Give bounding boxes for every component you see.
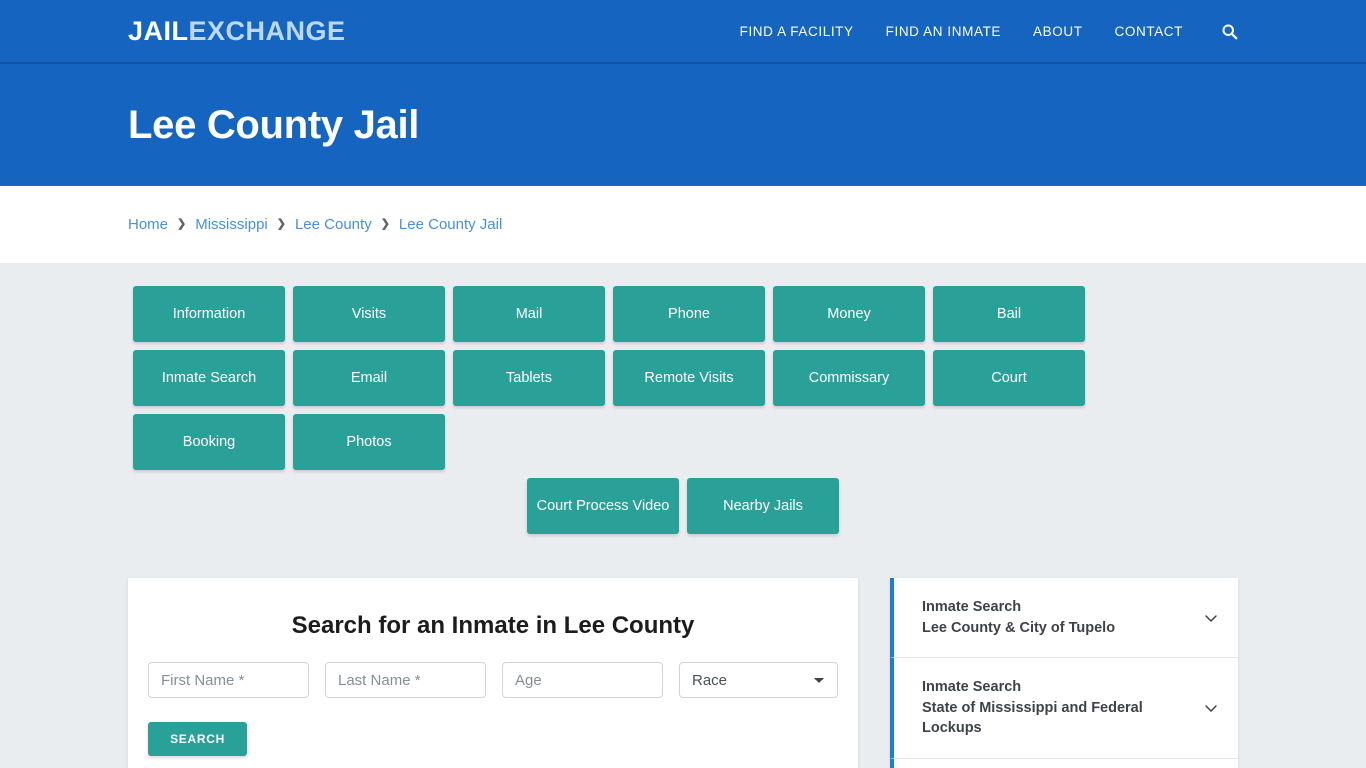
- section-button-court-process-video[interactable]: Court Process Video: [527, 478, 679, 534]
- section-button-phone[interactable]: Phone: [613, 286, 765, 342]
- breadcrumb-band: Home ❯ Mississippi ❯ Lee County ❯ Lee Co…: [0, 186, 1366, 263]
- accordion-item-line1: Inmate Search: [922, 679, 1022, 696]
- section-button-email[interactable]: Email: [293, 350, 445, 406]
- section-button-booking[interactable]: Booking: [133, 414, 285, 470]
- accordion-item-line2: State of Mississippi and Federal Lockups: [922, 699, 1143, 737]
- search-icon[interactable]: [1199, 23, 1238, 40]
- breadcrumb-item-lee-county-jail[interactable]: Lee County Jail: [399, 216, 502, 233]
- section-button-inmate-search[interactable]: Inmate Search: [133, 350, 285, 406]
- section-button-bail[interactable]: Bail: [933, 286, 1085, 342]
- page-title-band: Lee County Jail: [0, 64, 1366, 186]
- logo-text-exchange: EXCHANGE: [188, 15, 346, 46]
- accordion-item-text: Inmate Search State of Mississippi and F…: [922, 677, 1192, 739]
- accordion-item-inmate-search-state[interactable]: Inmate Search State of Mississippi and F…: [890, 658, 1238, 759]
- site-header: JAILEXCHANGE FIND A FACILITY FIND AN INM…: [0, 0, 1366, 64]
- page-title: Lee County Jail: [128, 103, 420, 147]
- sidebar-accordion: Inmate Search Lee County & City of Tupel…: [890, 578, 1238, 768]
- inmate-search-heading: Search for an Inmate in Lee County: [291, 612, 695, 639]
- section-button-tablets[interactable]: Tablets: [453, 350, 605, 406]
- age-input[interactable]: [502, 662, 663, 698]
- breadcrumb-separator-icon: ❯: [177, 218, 187, 230]
- nav-item-about[interactable]: ABOUT: [1017, 24, 1099, 39]
- chevron-down-icon[interactable]: [1202, 699, 1220, 717]
- section-button-visits[interactable]: Visits: [293, 286, 445, 342]
- facility-section-buttons: Information Visits Mail Phone Money Bail…: [133, 286, 1233, 470]
- section-button-mail[interactable]: Mail: [453, 286, 605, 342]
- breadcrumb-separator-icon: ❯: [380, 218, 390, 230]
- main-content: Information Visits Mail Phone Money Bail…: [0, 263, 1366, 768]
- race-select[interactable]: Race: [679, 662, 838, 698]
- search-button[interactable]: SEARCH: [148, 722, 247, 756]
- accordion-item-line2: Lee County & City of Tupelo: [922, 619, 1116, 636]
- first-name-input[interactable]: [148, 662, 309, 698]
- accordion-item-line1: Inmate Search: [922, 599, 1022, 615]
- section-button-photos[interactable]: Photos: [293, 414, 445, 470]
- main-column: Search for an Inmate in Lee County Race …: [128, 578, 858, 768]
- content-columns: Search for an Inmate in Lee County Race …: [128, 578, 1238, 768]
- accordion-item-inmate-search-county[interactable]: Inmate Search Lee County & City of Tupel…: [890, 578, 1238, 659]
- logo-text-jail: JAIL: [128, 15, 189, 46]
- breadcrumb-item-mississippi[interactable]: Mississippi: [195, 216, 268, 233]
- facility-section-buttons-row3: Court Process Video Nearby Jails: [133, 478, 1233, 534]
- section-button-remote-visits[interactable]: Remote Visits: [613, 350, 765, 406]
- section-button-commissary[interactable]: Commissary: [773, 350, 925, 406]
- inmate-search-card: Search for an Inmate in Lee County Race …: [128, 578, 858, 768]
- nav-item-contact[interactable]: CONTACT: [1099, 24, 1199, 39]
- breadcrumb-item-home[interactable]: Home: [128, 216, 168, 233]
- section-button-nearby-jails[interactable]: Nearby Jails: [687, 478, 839, 534]
- accordion-item-text: Inmate Search Lee County & City of Tupel…: [922, 597, 1192, 638]
- last-name-input[interactable]: [325, 662, 486, 698]
- accordion-item-contact-information[interactable]: Lee County Jail Contact Information: [890, 758, 1238, 768]
- breadcrumb-item-lee-county[interactable]: Lee County: [295, 216, 372, 233]
- section-button-court[interactable]: Court: [933, 350, 1085, 406]
- site-logo[interactable]: JAILEXCHANGE: [128, 15, 346, 46]
- nav-item-find-a-facility[interactable]: FIND A FACILITY: [724, 24, 870, 39]
- section-button-money[interactable]: Money: [773, 286, 925, 342]
- section-button-information[interactable]: Information: [133, 286, 285, 342]
- breadcrumb-separator-icon: ❯: [276, 218, 286, 230]
- sidebar-column: Inmate Search Lee County & City of Tupel…: [890, 578, 1238, 768]
- breadcrumb: Home ❯ Mississippi ❯ Lee County ❯ Lee Co…: [128, 216, 502, 233]
- main-navigation: FIND A FACILITY FIND AN INMATE ABOUT CON…: [724, 23, 1238, 40]
- inmate-search-form: Race: [148, 662, 838, 698]
- chevron-down-icon[interactable]: [1202, 609, 1220, 627]
- nav-item-find-an-inmate[interactable]: FIND AN INMATE: [870, 24, 1017, 39]
